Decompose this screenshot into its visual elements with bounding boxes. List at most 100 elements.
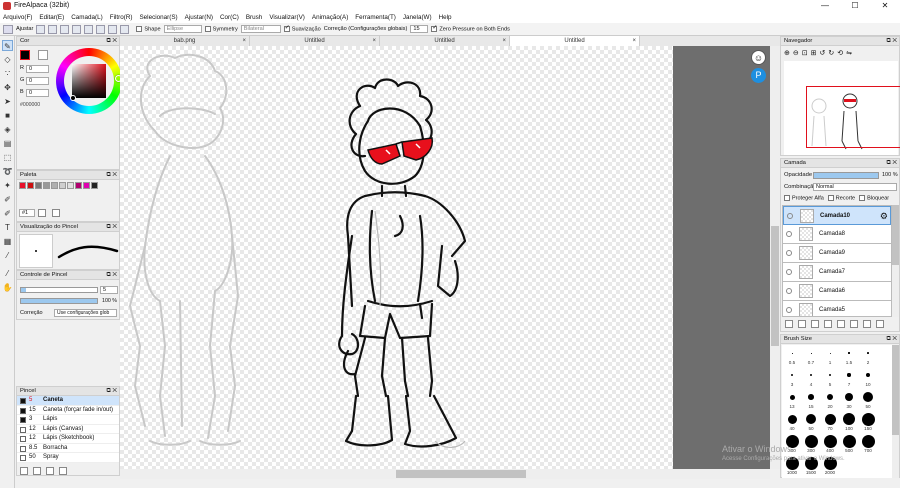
brush-size-preset[interactable] [806,414,816,424]
brush-size-preset[interactable] [861,434,875,448]
merge-layer-icon[interactable] [849,320,858,328]
hand-tool-icon[interactable]: ✋ [2,282,13,293]
fill-tool-icon[interactable]: ■ [2,110,13,121]
smoothing-toggle[interactable]: Suavização [283,24,321,32]
shape-select[interactable]: Ellipse [163,25,202,33]
navigator-preview[interactable] [784,61,900,155]
protect-alpha-toggle[interactable]: Proteger Alfa [784,195,824,201]
palette-swatch[interactable] [83,182,90,189]
visibility-eye-icon[interactable] [787,213,793,219]
zoom-out-icon[interactable]: ⊖ [793,49,799,57]
avatar-icon[interactable]: ☺ [751,50,766,65]
brush-size-preset[interactable] [826,393,834,401]
menu-item[interactable]: Brush [246,12,262,23]
visibility-eye-icon[interactable] [786,269,792,275]
magic-wand-tool-icon[interactable]: ✦ [2,180,13,191]
brush-list-item[interactable]: 8.5 Borracha [17,443,119,453]
menu-item[interactable]: Ferramenta(T) [355,12,396,23]
palette-swatch[interactable] [75,182,82,189]
palette-swatch[interactable] [27,182,34,189]
palette-delete-icon[interactable] [52,209,60,217]
brush-opacity-slider[interactable] [20,298,98,304]
lasso-tool-icon[interactable]: ➰ [2,166,13,177]
zoom-fit-icon[interactable]: ⊡ [802,49,808,57]
palette-swatch[interactable] [19,182,26,189]
layer-row[interactable]: Camada5 [783,301,891,316]
frame-divider-tool-icon[interactable]: ▦ [2,236,13,247]
panel-menu-icon[interactable]: ⧉ ✕ [886,159,897,168]
tab-close-icon[interactable]: × [242,36,246,46]
menu-item[interactable]: Janela(W) [403,12,432,23]
panel-menu-icon[interactable]: ⧉ ✕ [106,223,117,232]
brush-list-item[interactable]: 5 Caneta [17,396,119,406]
brush-size-preset[interactable] [848,352,850,354]
zoom-in-icon[interactable]: ⊕ [784,49,790,57]
symmetry-toggle[interactable]: Symmetry [204,25,238,32]
brush-size-preset[interactable] [804,434,818,448]
rotate-right-icon[interactable]: ↻ [828,49,834,57]
panel-menu-icon[interactable]: ⧉ ✕ [106,387,117,396]
menu-item[interactable]: Help [439,12,452,23]
document-tab[interactable]: Untitled × [380,36,510,46]
menu-item[interactable]: Camada(L) [71,12,103,23]
fit-label[interactable]: Ajustar [16,26,33,32]
brush-size-input[interactable]: 5 [100,286,118,294]
maximize-button[interactable]: ☐ [840,0,870,12]
horizontal-scrollbar[interactable] [120,469,770,479]
move-tool-icon[interactable]: ✥ [2,82,13,93]
dot-tool-icon[interactable]: ∵ [2,68,13,79]
eraser-tool-icon[interactable]: ◇ [2,54,13,65]
layer-settings-gear-icon[interactable]: ⚙ [880,211,888,222]
lock-toggle[interactable]: Bloquear [859,195,889,201]
panel-menu-icon[interactable]: ⧉ ✕ [106,171,117,180]
brush-correction-select[interactable]: Use configurações glob [54,309,117,317]
g-input[interactable]: 0 [26,77,49,85]
close-window-button[interactable]: ✕ [870,0,900,12]
palette-swatch[interactable] [51,182,58,189]
gradient-tool-icon[interactable]: ▤ [2,138,13,149]
snap-cross-icon[interactable] [60,24,70,34]
brush-size-preset[interactable] [867,352,869,354]
blend-mode-select[interactable]: Normal [813,183,897,191]
menu-item[interactable]: Arquivo(F) [3,12,32,23]
shape-toggle[interactable]: Shape [136,25,161,32]
brush-size-preset[interactable] [808,394,814,400]
visibility-eye-icon[interactable] [786,288,792,294]
palette-swatch[interactable] [67,182,74,189]
brush-size-preset[interactable] [810,352,812,354]
canvas-area[interactable]: ☺ P [120,46,780,469]
panel-menu-icon[interactable]: ⧉ ✕ [106,271,117,280]
new-8bit-layer-icon[interactable] [797,320,806,328]
menu-item[interactable]: Editar(E) [39,12,64,23]
secondary-color-swatch[interactable] [38,50,48,60]
document-tab[interactable]: Untitled × [250,36,380,46]
brush-size-preset[interactable] [789,394,795,400]
brush-list-item[interactable]: 12 Lápis (Canvas) [17,424,119,434]
visibility-eye-icon[interactable] [786,231,792,237]
menu-item[interactable]: Ajustar(N) [185,12,213,23]
undo-icon[interactable] [3,24,13,34]
new-1bit-layer-icon[interactable] [810,320,819,328]
snap-vanishing-icon[interactable] [72,24,82,34]
new-layer-icon[interactable] [785,320,793,328]
brush-size-preset[interactable] [847,373,851,377]
snap-radial-icon[interactable] [84,24,94,34]
layer-scrollbar[interactable] [892,205,899,317]
zero-pressure-toggle[interactable]: Zero Pressure on Both Ends [431,24,510,32]
palette-swatch[interactable] [59,182,66,189]
brush-size-preset[interactable] [824,413,836,425]
menu-item[interactable]: Filtro(R) [110,12,133,23]
snap-settings-icon[interactable] [120,24,130,34]
palette-add-icon[interactable] [38,209,46,217]
brush-list-item[interactable]: 12 Lápis (Sketchbook) [17,434,119,444]
brush-size-preset[interactable] [829,352,831,354]
document-tab[interactable]: bab.png × [120,36,250,46]
brush-size-preset[interactable] [845,393,853,401]
zoom-actual-icon[interactable]: ⊞ [811,49,817,57]
snap-circle-icon[interactable] [96,24,106,34]
document-tab[interactable]: Untitled × [510,36,640,46]
operation-tool-icon[interactable]: ➤ [2,96,13,107]
patreon-icon[interactable]: P [751,68,766,83]
brush-list-item[interactable]: 3 Lápis [17,415,119,425]
tab-close-icon[interactable]: × [632,36,636,46]
